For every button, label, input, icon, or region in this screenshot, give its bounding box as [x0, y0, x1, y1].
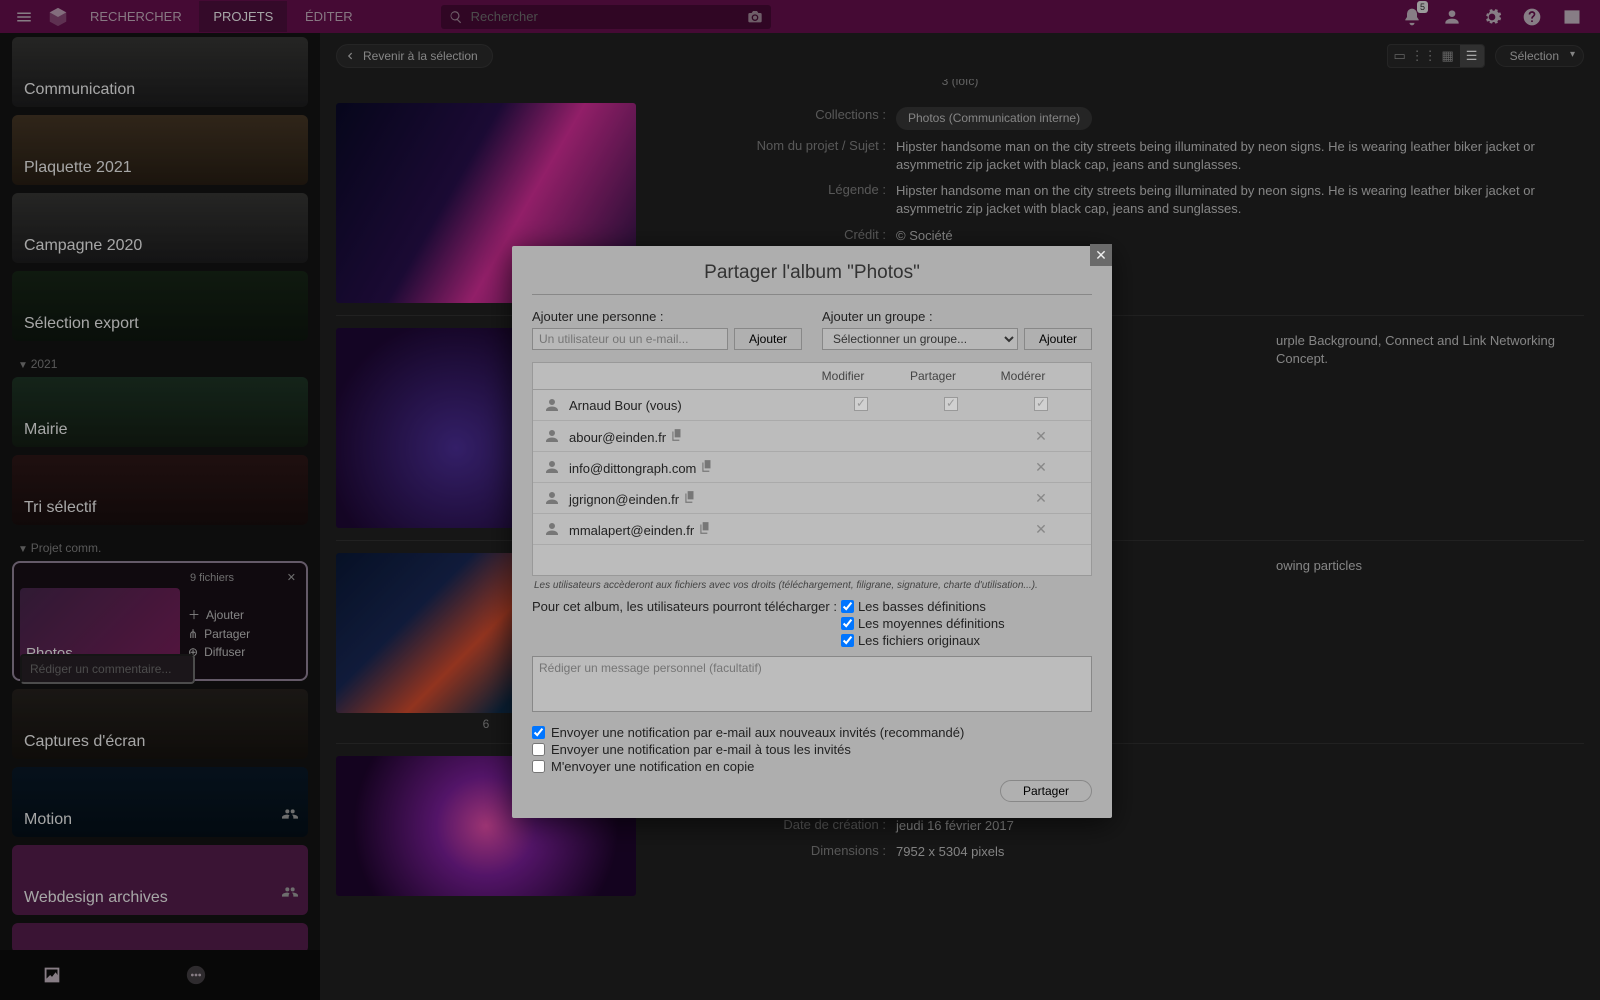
- share-row-owner: Arnaud Bour (vous): [533, 390, 1091, 421]
- copy-icon[interactable]: [683, 490, 697, 504]
- col-share: Partager: [903, 369, 963, 383]
- modal-close-button[interactable]: ✕: [1090, 244, 1112, 266]
- perm-modify-locked: [854, 397, 868, 411]
- remove-user-icon[interactable]: ✕: [1011, 428, 1071, 445]
- person-icon: [543, 520, 561, 538]
- perm-share-locked: [944, 397, 958, 411]
- add-person-button[interactable]: Ajouter: [734, 328, 802, 350]
- copy-icon[interactable]: [670, 428, 684, 442]
- add-group-label: Ajouter un groupe :: [822, 309, 1092, 324]
- message-textarea[interactable]: [532, 656, 1092, 712]
- person-icon: [543, 458, 561, 476]
- person-icon: [543, 489, 561, 507]
- remove-user-icon[interactable]: ✕: [1011, 459, 1071, 476]
- share-modal: ✕ Partager l'album "Photos" Ajouter une …: [512, 246, 1112, 818]
- col-modify: Modifier: [813, 369, 873, 383]
- dl-low[interactable]: Les basses définitions: [841, 599, 1005, 614]
- notif-all[interactable]: Envoyer une notification par e-mail à to…: [532, 742, 1092, 757]
- perm-moderate-locked: [1034, 397, 1048, 411]
- add-group-button[interactable]: Ajouter: [1024, 328, 1092, 350]
- rights-note: Les utilisateurs accèderont aux fichiers…: [532, 576, 1092, 595]
- copy-icon[interactable]: [700, 459, 714, 473]
- add-group-select[interactable]: Sélectionner un groupe...: [822, 328, 1018, 350]
- share-row: jgrignon@einden.fr ✕: [533, 483, 1091, 514]
- notif-copy[interactable]: M'envoyer une notification en copie: [532, 759, 1092, 774]
- remove-user-icon[interactable]: ✕: [1011, 490, 1071, 507]
- add-person-input[interactable]: [532, 328, 728, 350]
- notif-new[interactable]: Envoyer une notification par e-mail aux …: [532, 725, 1092, 740]
- col-moderate: Modérer: [993, 369, 1053, 383]
- share-table: Modifier Partager Modérer Arnaud Bour (v…: [532, 362, 1092, 576]
- dl-orig[interactable]: Les fichiers originaux: [841, 633, 1005, 648]
- share-button[interactable]: Partager: [1000, 780, 1092, 802]
- download-label: Pour cet album, les utilisateurs pourron…: [532, 599, 837, 614]
- share-row: mmalapert@einden.fr ✕: [533, 514, 1091, 545]
- copy-icon[interactable]: [698, 521, 712, 535]
- dl-mid[interactable]: Les moyennes définitions: [841, 616, 1005, 631]
- share-row: abour@einden.fr ✕: [533, 421, 1091, 452]
- share-row: info@dittongraph.com ✕: [533, 452, 1091, 483]
- person-icon: [543, 396, 561, 414]
- person-icon: [543, 427, 561, 445]
- add-person-label: Ajouter une personne :: [532, 309, 802, 324]
- remove-user-icon[interactable]: ✕: [1011, 521, 1071, 538]
- modal-title: Partager l'album "Photos": [532, 258, 1092, 295]
